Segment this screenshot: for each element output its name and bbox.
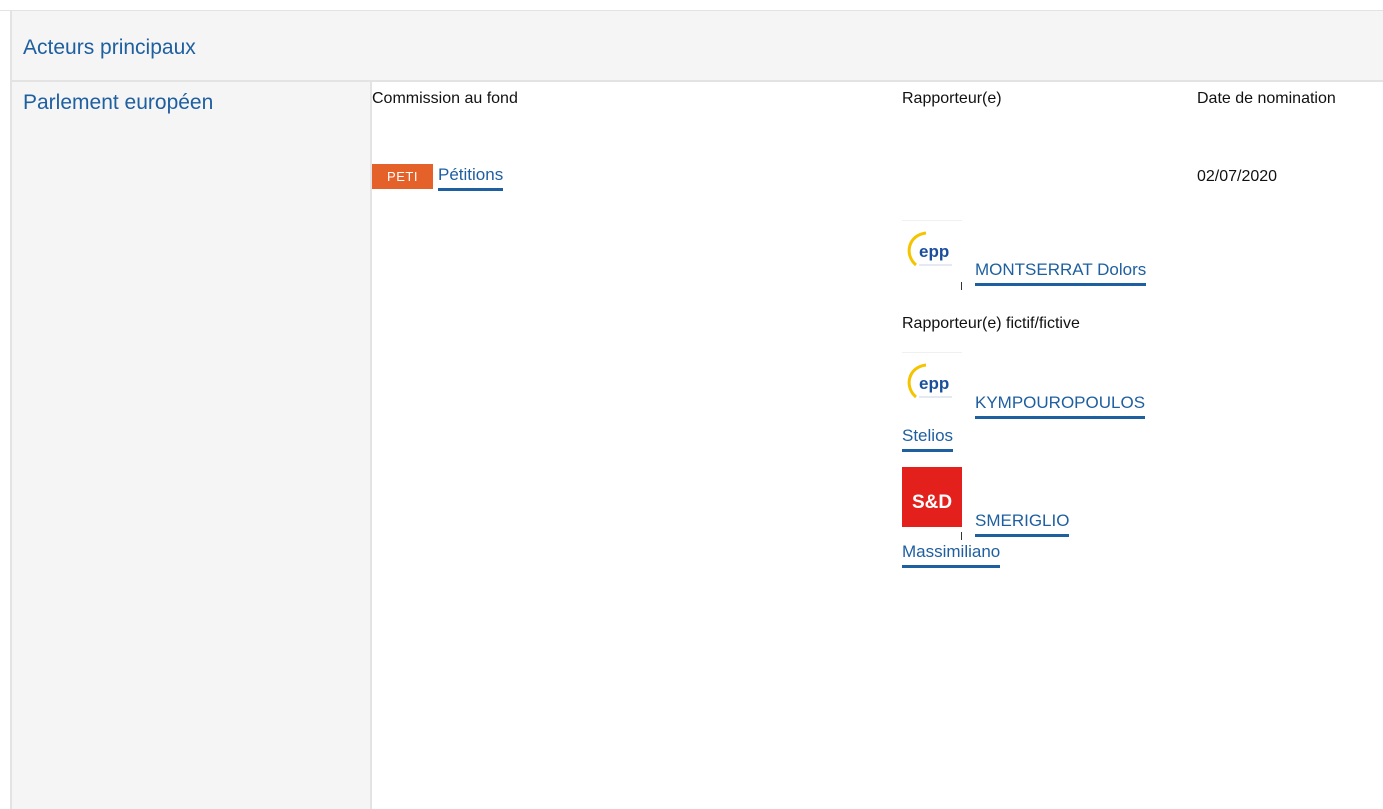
epp-logo-icon: epp [902,220,962,280]
institution-name: Parlement européen [23,91,214,114]
date-column-header: Date de nomination [1197,90,1336,107]
sd-logo-icon: S&D [902,467,962,527]
shadow-rapporteur-link-continued[interactable]: Stelios [902,425,954,452]
shadow-rapporteur-link[interactable]: SMERIGLIO [975,510,1070,537]
sd-logo-text: S&D [912,492,952,513]
shadow-rapporteur-link-continued[interactable]: Massimiliano [902,541,1001,568]
shadow-rapporteur-label: Rapporteur(e) fictif/fictive [902,315,1080,332]
page: Acteurs principaux Parlement européen Co… [0,0,1383,809]
committee-link[interactable]: Pétitions [438,164,504,191]
image-edge-mark [961,532,962,540]
committee-column-header: Commission au fond [372,90,518,107]
image-edge-mark [961,282,962,290]
institution-column [10,82,372,809]
epp-logo-text: epp [919,242,949,261]
committee-code-badge: PETI [372,164,433,189]
rapporteur-column-header: Rapporteur(e) [902,90,1002,107]
epp-logo-icon: epp [902,352,962,412]
appointment-date: 02/07/2020 [1197,168,1278,185]
epp-logo-text: epp [919,374,949,393]
shadow-rapporteur-link[interactable]: KYMPOUROPOULOS [975,392,1146,419]
section-title: Acteurs principaux [23,36,196,59]
rapporteur-name-link[interactable]: MONTSERRAT Dolors [975,259,1147,286]
section-header [10,11,1383,82]
